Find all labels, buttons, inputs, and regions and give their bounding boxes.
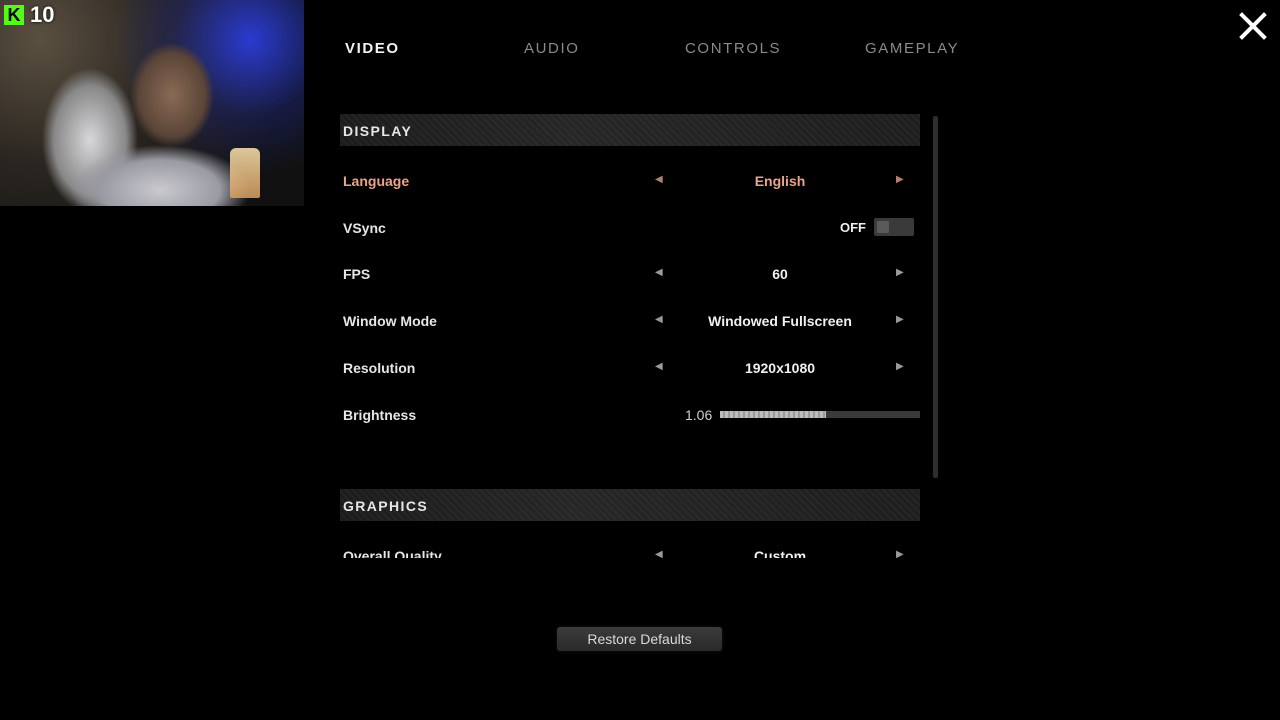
viewer-count: 10	[30, 2, 55, 27]
panel-scrollbar[interactable]	[933, 116, 938, 478]
window-mode-label: Window Mode	[343, 313, 437, 329]
resolution-label: Resolution	[343, 360, 416, 376]
section-display-header: DISPLAY	[340, 114, 920, 146]
section-display-title: DISPLAY	[343, 123, 413, 139]
setting-overall-quality[interactable]: Overall Quality ◀ Custom ▶	[340, 544, 920, 558]
vsync-toggle[interactable]	[874, 218, 914, 236]
close-button[interactable]	[1238, 11, 1268, 41]
setting-resolution[interactable]: Resolution ◀ 1920x1080 ▶	[340, 356, 920, 380]
vsync-state: OFF	[840, 220, 866, 235]
section-graphics-title: GRAPHICS	[343, 498, 429, 514]
language-label: Language	[343, 173, 410, 189]
vsync-toggle-knob	[877, 221, 889, 233]
fps-next-arrow-icon[interactable]: ▶	[896, 267, 904, 278]
settings-tabs: VIDEO AUDIO CONTROLS GAMEPLAY	[345, 40, 1045, 60]
brightness-label: Brightness	[343, 407, 417, 423]
brightness-slider-fill	[720, 411, 826, 418]
window-mode-prev-arrow-icon[interactable]: ◀	[655, 314, 663, 325]
viewer-badge: K 10	[4, 2, 54, 28]
setting-fps[interactable]: FPS ◀ 60 ▶	[340, 262, 920, 286]
overall-quality-value: Custom	[753, 548, 807, 558]
overall-quality-label: Overall Quality	[343, 548, 442, 558]
tab-gameplay[interactable]: GAMEPLAY	[865, 40, 959, 57]
tab-audio[interactable]: AUDIO	[524, 40, 580, 57]
vsync-label: VSync	[343, 220, 386, 236]
restore-defaults-button[interactable]: Restore Defaults	[557, 627, 722, 651]
brightness-slider[interactable]	[720, 411, 920, 418]
close-icon	[1239, 12, 1267, 40]
fps-value: 60	[772, 266, 788, 282]
tab-controls[interactable]: CONTROLS	[685, 40, 781, 57]
resolution-prev-arrow-icon[interactable]: ◀	[655, 361, 663, 372]
fps-prev-arrow-icon[interactable]: ◀	[655, 267, 663, 278]
language-next-arrow-icon[interactable]: ▶	[896, 174, 904, 185]
kick-logo-icon: K	[4, 5, 24, 25]
window-mode-value: Windowed Fullscreen	[708, 313, 852, 329]
overall-quality-prev-arrow-icon[interactable]: ◀	[655, 549, 663, 558]
fps-label: FPS	[343, 266, 371, 282]
brightness-value: 1.06	[685, 407, 713, 423]
tab-video[interactable]: VIDEO	[345, 40, 400, 57]
language-value: English	[754, 173, 806, 189]
resolution-next-arrow-icon[interactable]: ▶	[896, 361, 904, 372]
setting-window-mode[interactable]: Window Mode ◀ Windowed Fullscreen ▶	[340, 309, 920, 333]
settings-panel: DISPLAY Language ◀ English ▶ VSync OFF F…	[340, 114, 940, 558]
overall-quality-next-arrow-icon[interactable]: ▶	[896, 549, 904, 558]
lantern-decoration	[230, 148, 260, 198]
language-prev-arrow-icon[interactable]: ◀	[655, 174, 663, 185]
setting-language[interactable]: Language ◀ English ▶	[340, 169, 920, 193]
setting-brightness: Brightness 1.06	[340, 403, 920, 427]
section-graphics-header: GRAPHICS	[340, 489, 920, 521]
resolution-value: 1920x1080	[744, 360, 816, 376]
webcam-overlay: K 10	[0, 0, 304, 206]
setting-vsync: VSync OFF	[340, 216, 920, 240]
window-mode-next-arrow-icon[interactable]: ▶	[896, 314, 904, 325]
